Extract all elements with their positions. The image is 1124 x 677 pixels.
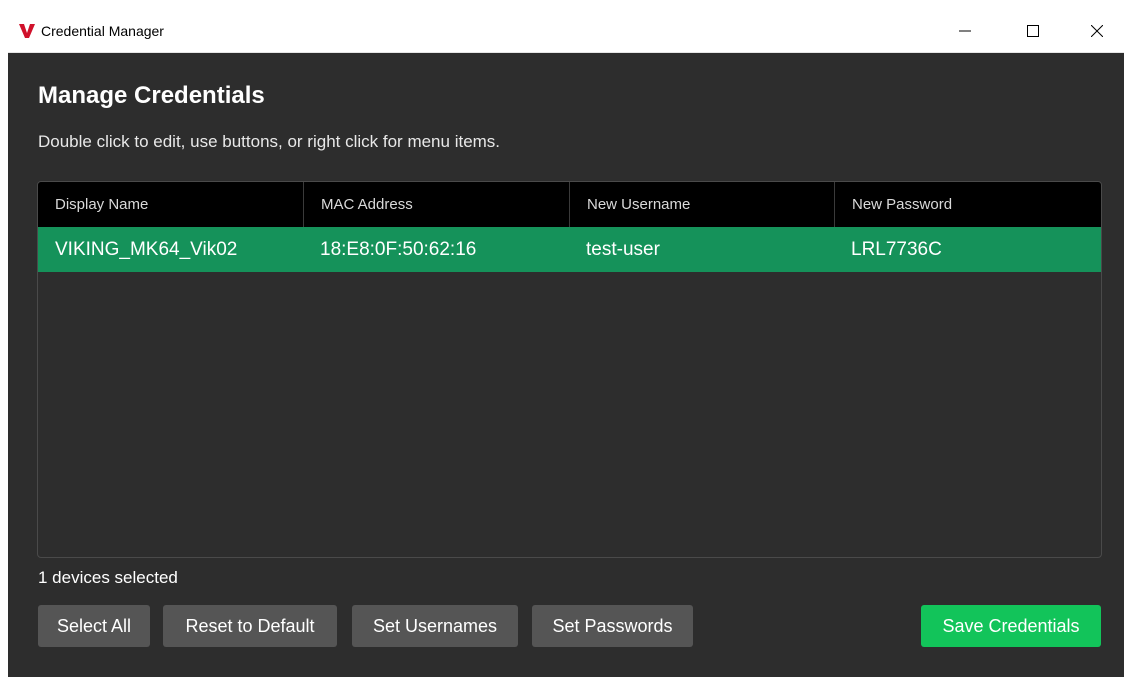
close-icon — [1091, 25, 1103, 37]
cell-display-name[interactable]: VIKING_MK64_Vik02 — [38, 227, 303, 272]
credential-manager-window: Credential Manager Manage Credentials Do… — [8, 11, 1124, 677]
column-header-mac-address[interactable]: MAC Address — [303, 182, 569, 227]
minimize-icon — [959, 25, 971, 37]
close-button[interactable] — [1074, 11, 1120, 51]
window-title: Credential Manager — [41, 23, 164, 39]
column-header-new-password[interactable]: New Password — [834, 182, 1101, 227]
select-all-button[interactable]: Select All — [38, 605, 150, 647]
instructions-text: Double click to edit, use buttons, or ri… — [38, 132, 501, 151]
cell-new-username[interactable]: test-user — [569, 227, 834, 272]
page-title: Manage Credentials — [38, 82, 265, 109]
column-header-display-name[interactable]: Display Name — [38, 182, 303, 227]
viking-logo-icon — [19, 23, 35, 39]
credentials-table[interactable]: Display Name MAC Address New Username Ne… — [37, 181, 1102, 558]
cell-new-password[interactable]: LRL7736C — [834, 227, 1101, 272]
set-passwords-button[interactable]: Set Passwords — [532, 605, 693, 647]
table-row[interactable]: VIKING_MK64_Vik02 18:E8:0F:50:62:16 test… — [38, 227, 1101, 272]
set-usernames-button[interactable]: Set Usernames — [352, 605, 518, 647]
save-credentials-button[interactable]: Save Credentials — [921, 605, 1101, 647]
minimize-button[interactable] — [942, 11, 988, 51]
maximize-button[interactable] — [1010, 11, 1056, 51]
maximize-icon — [1027, 25, 1039, 37]
reset-to-default-button[interactable]: Reset to Default — [163, 605, 337, 647]
table-header: Display Name MAC Address New Username Ne… — [38, 182, 1101, 227]
selection-status: 1 devices selected — [38, 568, 178, 587]
column-header-new-username[interactable]: New Username — [569, 182, 834, 227]
title-bar[interactable]: Credential Manager — [8, 11, 1124, 53]
cell-mac-address[interactable]: 18:E8:0F:50:62:16 — [303, 227, 569, 272]
